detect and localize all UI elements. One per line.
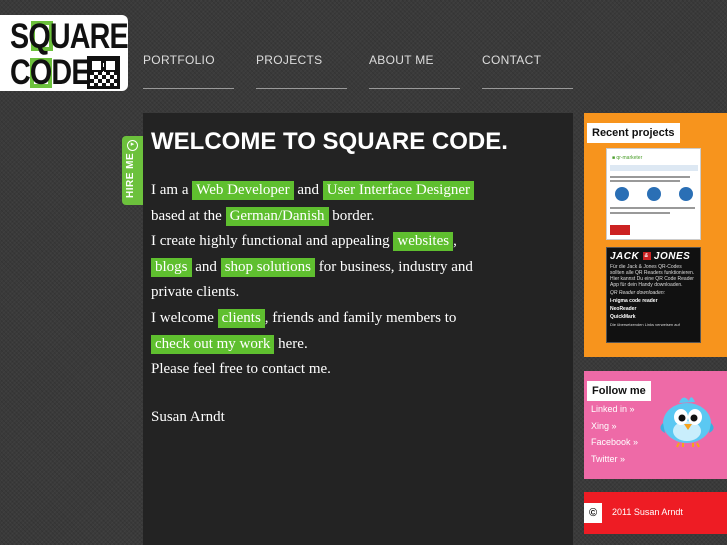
thumb-text-line (610, 207, 695, 209)
nav-item-contact[interactable]: CONTACT (482, 53, 573, 89)
link-shop-solutions[interactable]: shop solutions (220, 257, 315, 277)
logo-line-2: CODE (10, 53, 90, 92)
footer: © 2011 Susan Arndt (584, 492, 727, 534)
play-circle-icon: ▸ (127, 140, 138, 151)
main-content: WELCOME TO SQUARE CODE. I am a Web Devel… (143, 113, 573, 545)
jack-jones-footnote: Die übersetzenden Links verweisen auf (610, 322, 680, 327)
link-quickmark[interactable]: QuickMark (610, 314, 636, 320)
hire-me-label: HIRE ME (125, 152, 136, 198)
thumb-circle-icon (615, 187, 629, 201)
intro-text-2: and (293, 182, 323, 198)
link-linkedin[interactable]: Linked in » (591, 404, 635, 414)
project-thumbnail-jack-jones[interactable]: JACK & JONES Für die Jack & Jones QR-Cod… (606, 247, 701, 343)
intro-text-7: and (191, 258, 221, 275)
jack-jones-reader-label: QR Reader downloaden: (610, 290, 666, 296)
nav-item-about-me[interactable]: ABOUT ME (369, 53, 460, 89)
footer-copyright-text: 2011 Susan Arndt (612, 507, 683, 517)
link-clients[interactable]: clients (217, 308, 265, 328)
logo[interactable]: SQUARE CODE (0, 15, 129, 92)
jack-jones-logo: JACK & JONES (610, 251, 691, 262)
thumb-nav-bar (610, 165, 698, 171)
thumb-circle-icon (679, 187, 693, 201)
link-websites[interactable]: websites (393, 232, 454, 252)
link-i-nigma[interactable]: i-nigma code reader (610, 298, 658, 304)
link-neoreader[interactable]: NeoReader (610, 306, 636, 312)
page-title: WELCOME TO SQUARE CODE. (151, 128, 508, 155)
intro-text-13: Please feel free to contact me. (151, 361, 331, 378)
intro-text-8: for business, industry and (314, 258, 473, 275)
intro-text-11: , friends and family members to (264, 309, 457, 326)
qr-marketer-logo-icon: ■ qr-marketer (612, 155, 643, 161)
qr-code-icon (87, 56, 120, 89)
highlight-web-developer: Web Developer (192, 181, 294, 200)
intro-text-4: border. (328, 207, 375, 224)
copyright-icon: © (584, 503, 602, 523)
link-xing[interactable]: Xing » (591, 421, 617, 431)
thumb-circle-icon (647, 187, 661, 201)
highlight-border: German/Danish (225, 206, 329, 226)
thumb-text-line (610, 176, 690, 178)
intro-text-5: I create highly functional and appealing (151, 233, 394, 250)
intro-text-9: private clients. (151, 284, 240, 301)
intro-text-1: I am a (151, 182, 193, 198)
signature: Susan Arndt (151, 408, 225, 425)
intro-text: I am a Web Developer and User Interface … (151, 178, 571, 430)
nav-item-projects[interactable]: PROJECTS (256, 53, 347, 89)
project-thumbnail-qr-marketer[interactable]: ■ qr-marketer (606, 148, 701, 240)
follow-me-heading: Follow me (587, 381, 651, 401)
intro-text-6: , (453, 233, 457, 250)
recent-projects-heading: Recent projects (587, 123, 680, 143)
link-twitter[interactable]: Twitter » (591, 454, 625, 464)
link-facebook[interactable]: Facebook » (591, 437, 638, 447)
intro-text-3: based at the (151, 207, 226, 224)
jack-jones-description: Für die Jack & Jones QR-Codes sollten al… (610, 264, 695, 288)
link-blogs[interactable]: blogs (151, 257, 192, 277)
intro-text-12: here. (274, 335, 308, 352)
thumb-text-line (610, 180, 680, 182)
twitter-bird-icon (660, 397, 714, 448)
highlight-ui-designer: User Interface Designer (322, 181, 475, 200)
link-check-out-my-work[interactable]: check out my work (151, 334, 275, 354)
recent-projects-box: Recent projects ■ qr-marketer JACK & JON… (584, 113, 727, 357)
logo-line-1: SQUARE (10, 17, 129, 56)
intro-text-10: I welcome (151, 309, 218, 326)
thumb-red-block (610, 225, 630, 235)
hire-me-tab[interactable]: ▸ HIRE ME (122, 136, 143, 205)
nav-item-portfolio[interactable]: PORTFOLIO (143, 53, 234, 89)
thumb-text-line (610, 212, 670, 214)
